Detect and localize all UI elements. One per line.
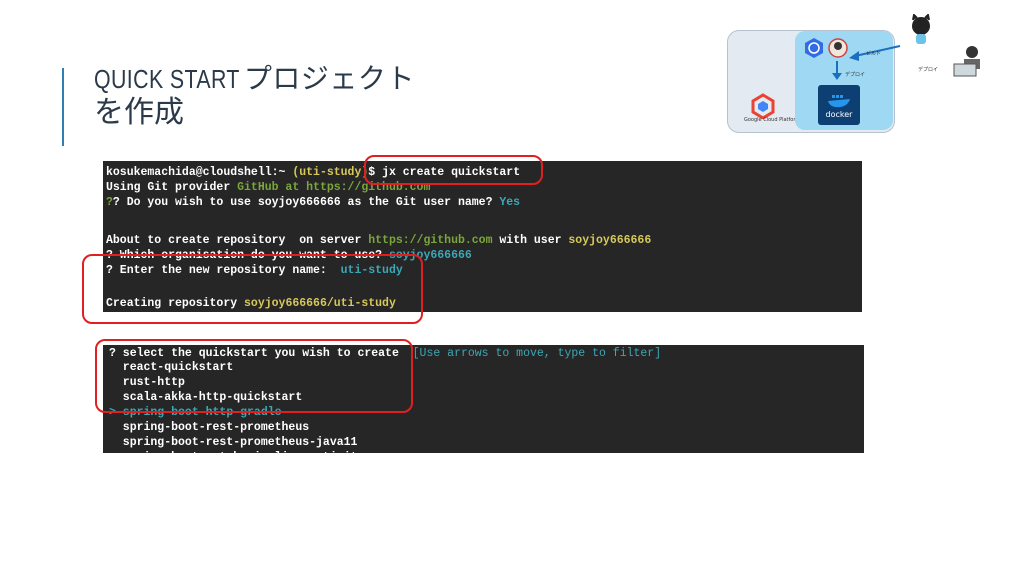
developer-laptop-icon [953,46,980,77]
title-english: QUICK START [94,64,240,94]
docker-box: docker [818,85,860,125]
kubernetes-icon [805,38,823,58]
deploy-label: デプロイ [845,72,866,78]
quickstart-option[interactable]: spring-boot-rest-prometheus-java11 [109,435,358,451]
quickstart-option[interactable]: spring-boot-rest-prometheus [109,420,309,436]
highlight-select-option [95,339,413,413]
arrow-down-icon [832,61,842,80]
highlight-command [364,155,543,185]
title-line2: を作成 [94,95,184,130]
title-accent-bar [62,68,64,146]
docker-whale-icon [828,95,850,108]
quickstart-option: spring-boot-watch-pipeline-activity [109,451,365,464]
github-octocat-icon [912,14,930,44]
user-deploy-label: デプロイ [918,67,939,73]
gcp-logo-icon [751,93,775,119]
terminal-line-about: About to create repository on server htt… [106,234,652,247]
title-japanese: プロジェクト [243,62,415,95]
highlight-repo-name [82,254,423,324]
terminal-line-username: ?? Do you wish to use soyjoy666666 as th… [106,196,521,209]
docker-label: docker [825,110,853,119]
gcp-label: Google Cloud Platform [744,117,801,123]
build-label: ビルド [866,51,882,57]
slide-title: QUICK START プロジェクト を作成 [94,62,415,130]
